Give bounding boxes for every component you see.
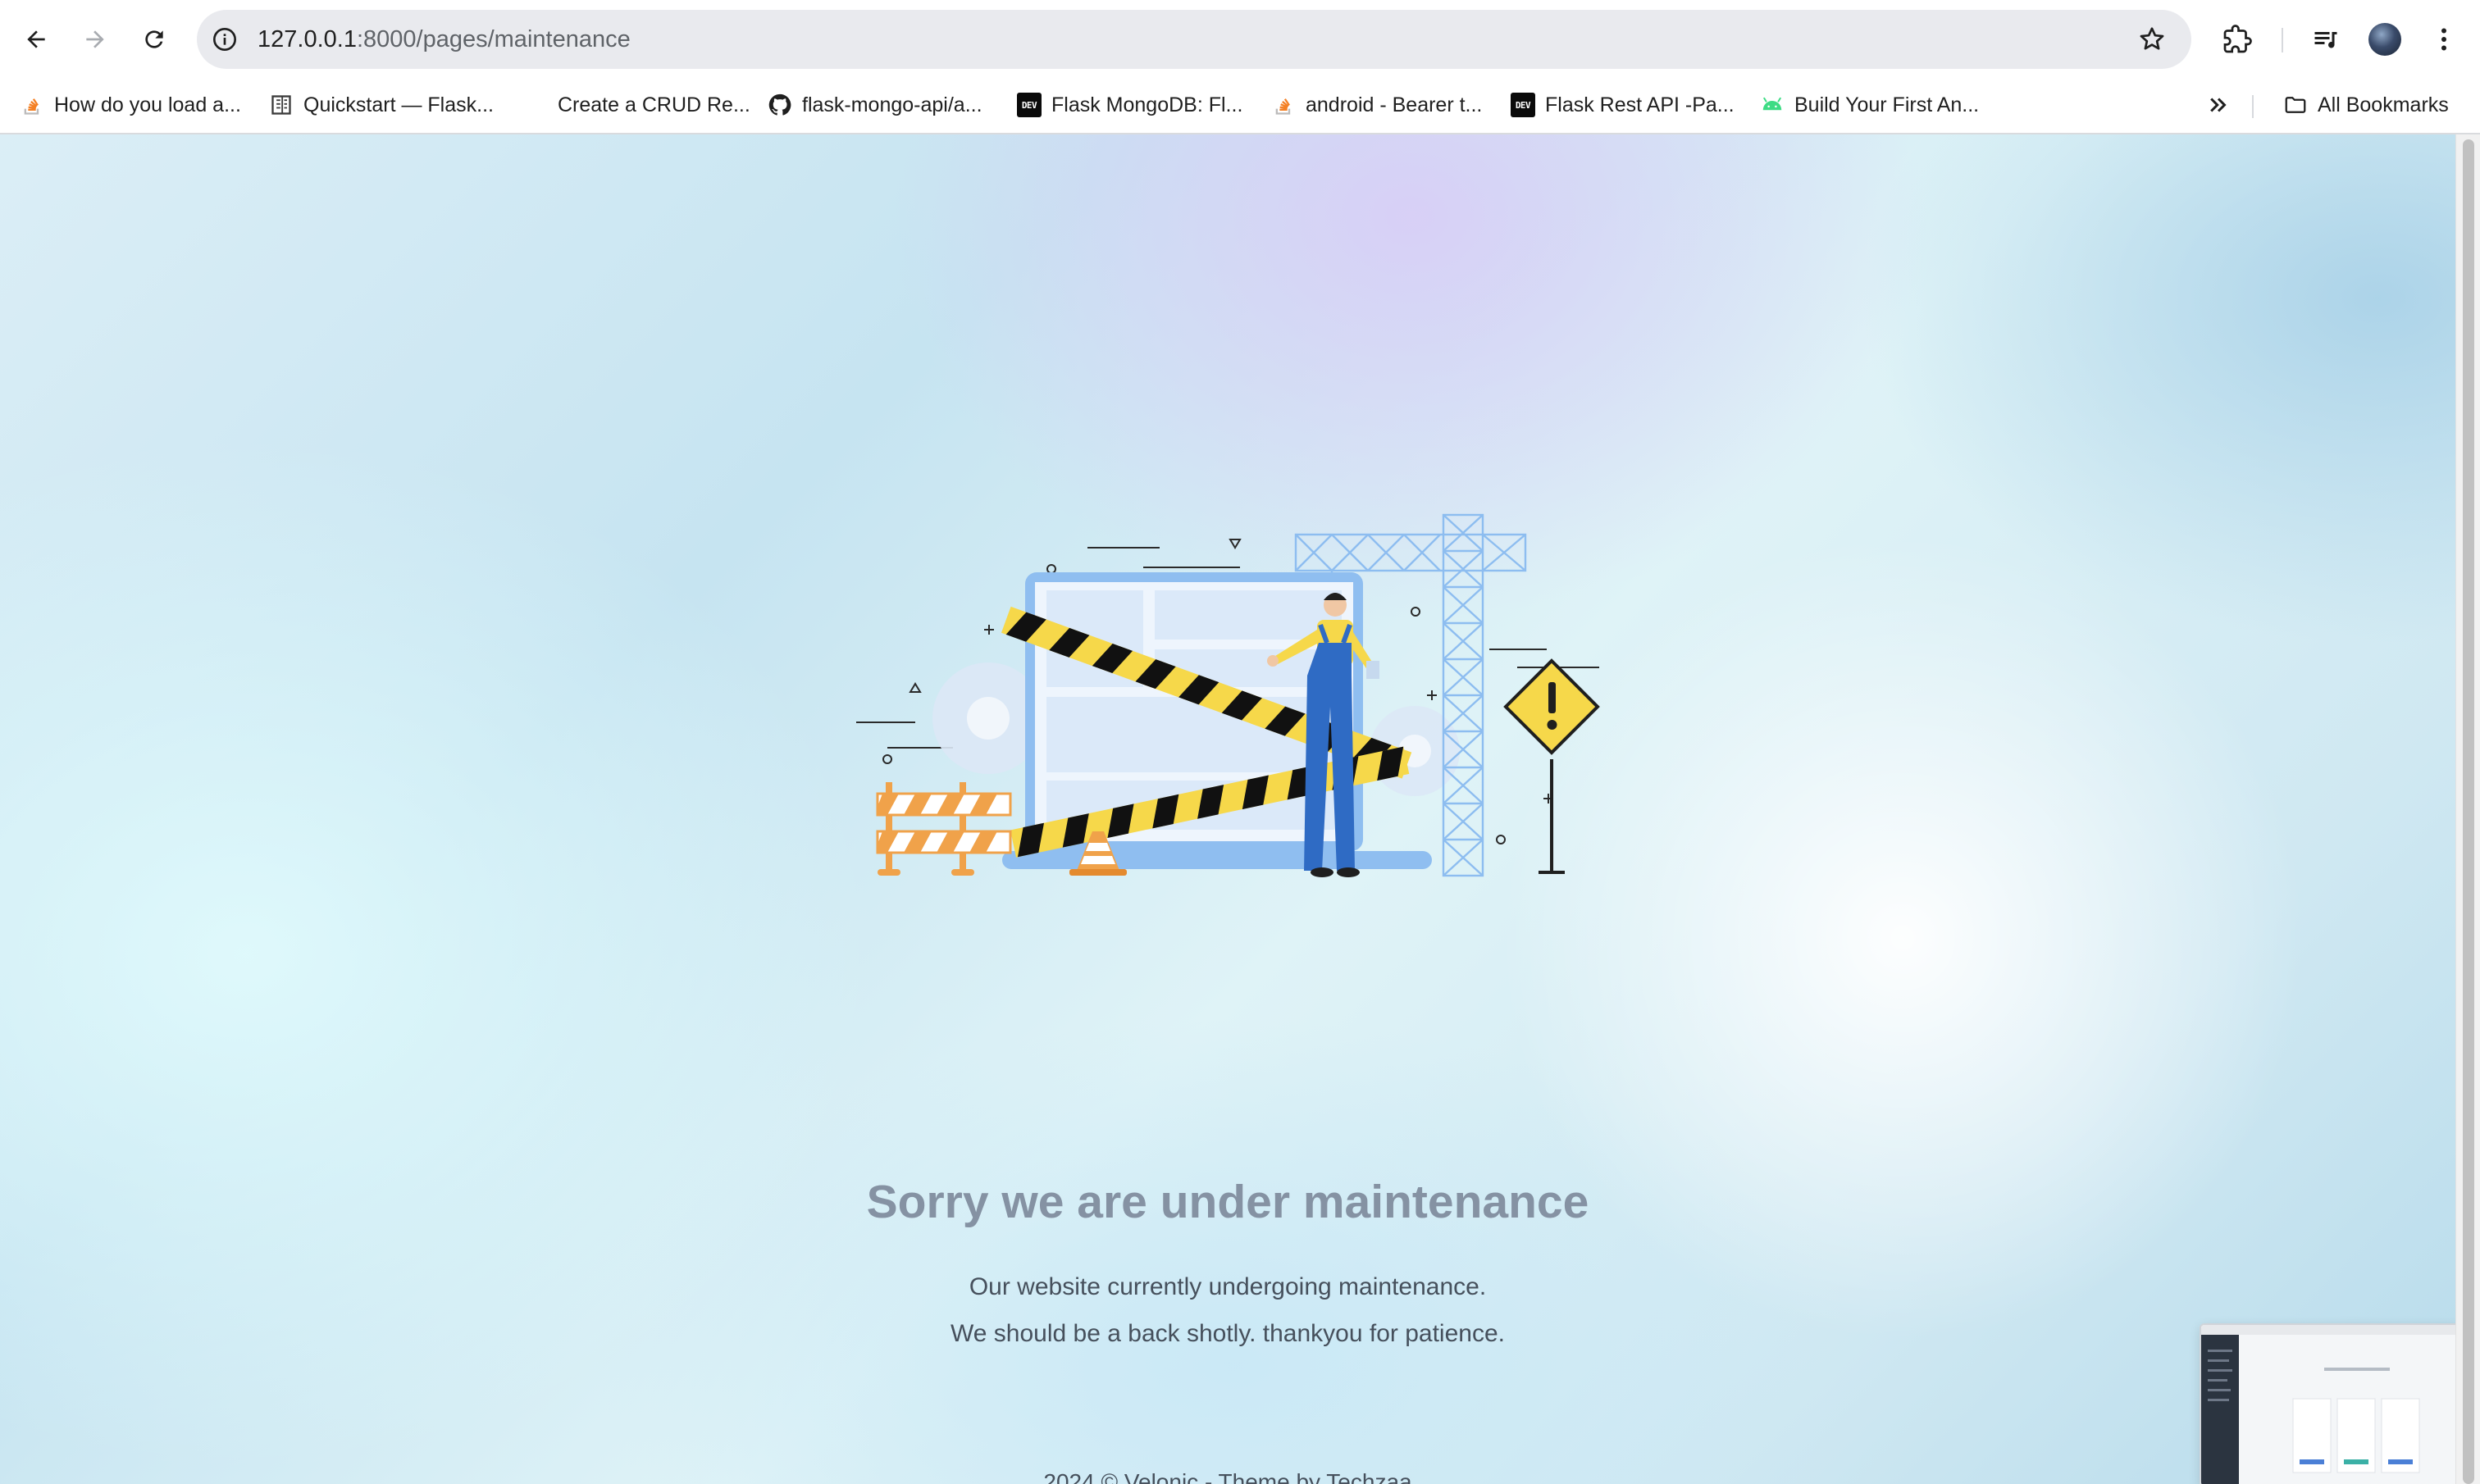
bookmark-label: Build Your First An... [1794, 93, 1980, 116]
media-controls-button[interactable] [2306, 20, 2346, 59]
maintenance-message-line1: Our website currently undergoing mainten… [969, 1273, 1487, 1300]
browser-chrome: 127.0.0.1:8000/pages/maintenance How do … [0, 0, 2480, 134]
github-icon [768, 93, 792, 117]
page-title: Sorry we are under maintenance [866, 1176, 1589, 1228]
road-barrier-icon [876, 782, 1012, 876]
dev-badge: DEV [1511, 93, 1535, 117]
preview-image [2201, 1325, 2455, 1484]
address-bar[interactable]: 127.0.0.1:8000/pages/maintenance [197, 10, 2191, 69]
dev-badge: DEV [1017, 93, 1042, 117]
toolbar-divider [2282, 28, 2283, 52]
forward-button[interactable] [75, 20, 115, 59]
site-info-icon[interactable] [212, 26, 238, 52]
android-icon [1760, 93, 1785, 117]
scrollbar-thumb[interactable] [2463, 139, 2474, 1484]
avatar [2368, 23, 2401, 56]
blank-page-icon [523, 93, 548, 117]
double-chevron-right-icon [2210, 98, 2227, 112]
bookmarks-divider [2252, 95, 2254, 118]
bookmark-star-icon[interactable] [2137, 25, 2167, 54]
url-text: 127.0.0.1:8000/pages/maintenance [258, 10, 631, 69]
flask-docs-icon [269, 93, 294, 117]
bookmark-item[interactable]: How do you load a... [20, 89, 241, 121]
url-host: 127.0.0.1 [258, 26, 357, 52]
bookmark-item[interactable]: Create a CRUD Re... [523, 89, 750, 121]
extensions-button[interactable] [2218, 20, 2257, 59]
dev-icon: DEV [1017, 93, 1042, 117]
all-bookmarks-button[interactable]: All Bookmarks [2283, 89, 2449, 121]
back-button[interactable] [16, 20, 56, 59]
reload-button[interactable] [134, 20, 174, 59]
bookmark-item[interactable]: DEV Flask Rest API -Pa... [1511, 89, 1735, 121]
menu-button[interactable] [2424, 20, 2464, 59]
maintenance-message-line2: We should be a back shotly. thankyou for… [951, 1320, 1505, 1347]
arrow-right-icon [86, 30, 104, 48]
bookmarks-bar: How do you load a... Quickstart — Flask.… [0, 79, 2480, 134]
arrow-left-icon [27, 30, 45, 48]
kebab-menu-icon [2441, 28, 2446, 51]
bookmark-item[interactable]: Build Your First An... [1760, 89, 1979, 121]
bookmark-label: Flask MongoDB: Fl... [1051, 93, 1243, 116]
tab-preview-thumbnail[interactable] [2200, 1323, 2455, 1484]
bookmark-label: Quickstart — Flask... [303, 93, 494, 116]
puzzle-icon [2223, 25, 2252, 53]
folder-icon [2283, 93, 2308, 117]
queue-music-icon [2314, 32, 2337, 48]
bookmark-label: Flask Rest API -Pa... [1545, 93, 1735, 116]
bookmark-item[interactable]: DEV Flask MongoDB: Fl... [1017, 89, 1242, 121]
page-scrollbar[interactable] [2455, 134, 2480, 1484]
reload-icon [145, 30, 163, 48]
maintenance-illustration [856, 513, 1600, 877]
bookmark-label: flask-mongo-api/a... [802, 93, 982, 116]
bookmark-item[interactable]: android - Bearer t... [1271, 89, 1482, 121]
bookmark-label: android - Bearer t... [1306, 93, 1483, 116]
profile-button[interactable] [2365, 20, 2405, 59]
bookmark-item[interactable]: flask-mongo-api/a... [768, 89, 982, 121]
warning-sign-icon [1503, 658, 1600, 874]
url-path: :8000/pages/maintenance [356, 26, 631, 52]
bookmark-label: Create a CRUD Re... [558, 93, 750, 116]
all-bookmarks-label: All Bookmarks [2318, 93, 2449, 116]
bookmark-label: How do you load a... [54, 93, 241, 116]
dev-icon: DEV [1511, 93, 1535, 117]
browser-toolbar: 127.0.0.1:8000/pages/maintenance [0, 0, 2480, 79]
bookmark-item[interactable]: Quickstart — Flask... [269, 89, 494, 121]
page-viewport: Sorry we are under maintenance Our websi… [0, 134, 2455, 1484]
stackoverflow-icon [20, 93, 44, 117]
stackoverflow-icon [1271, 93, 1296, 117]
page-footer: 2024 © Velonic - Theme by Techzaa [1043, 1469, 1412, 1484]
more-bookmarks-button[interactable] [2206, 89, 2231, 121]
